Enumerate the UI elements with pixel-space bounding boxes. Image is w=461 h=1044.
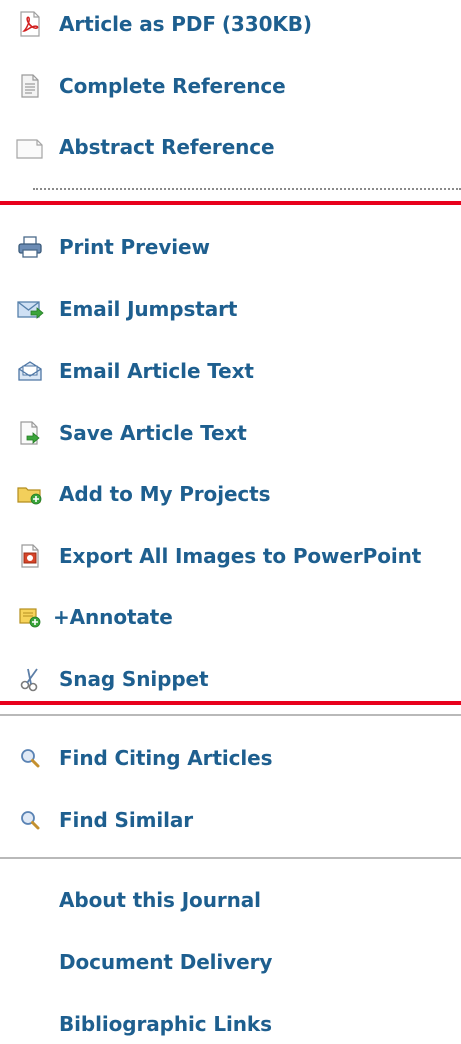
blank-document-icon: [10, 127, 50, 167]
gray-divider-1: [0, 714, 461, 716]
bibliographic-links-link[interactable]: Bibliographic Links: [0, 1004, 461, 1044]
email-arrow-icon: [10, 289, 50, 329]
annotate-label: +Annotate: [53, 605, 173, 629]
complete-reference-label: Complete Reference: [59, 74, 286, 98]
save-article-text-label: Save Article Text: [59, 421, 247, 445]
powerpoint-icon: [10, 536, 50, 576]
red-divider-bottom: [0, 701, 461, 705]
printer-icon: [10, 227, 50, 267]
annotate-link[interactable]: +Annotate: [0, 597, 461, 637]
magnifier-icon: [10, 800, 50, 840]
email-article-text-label: Email Article Text: [59, 359, 254, 383]
bibliographic-links-label: Bibliographic Links: [59, 1012, 272, 1036]
magnifier-icon: [10, 738, 50, 778]
article-pdf-link[interactable]: Article as PDF (330KB): [0, 4, 461, 44]
annotate-icon: [10, 597, 50, 637]
complete-reference-link[interactable]: Complete Reference: [0, 66, 461, 106]
about-journal-link[interactable]: About this Journal: [0, 880, 461, 920]
snag-snippet-link[interactable]: Snag Snippet: [0, 659, 461, 699]
email-article-text-link[interactable]: Email Article Text: [0, 351, 461, 391]
document-delivery-link[interactable]: Document Delivery: [0, 942, 461, 982]
email-jumpstart-label: Email Jumpstart: [59, 297, 238, 321]
email-jumpstart-link[interactable]: Email Jumpstart: [0, 289, 461, 329]
red-divider-top: [0, 201, 461, 205]
find-similar-label: Find Similar: [59, 808, 194, 832]
find-citing-articles-link[interactable]: Find Citing Articles: [0, 738, 461, 778]
abstract-reference-label: Abstract Reference: [59, 135, 275, 159]
document-icon: [10, 66, 50, 106]
pdf-size: (330KB): [221, 12, 312, 36]
find-similar-link[interactable]: Find Similar: [0, 800, 461, 840]
save-document-icon: [10, 413, 50, 453]
gray-divider-2: [0, 857, 461, 859]
export-images-powerpoint-link[interactable]: Export All Images to PowerPoint: [0, 536, 461, 576]
open-envelope-icon: [10, 351, 50, 391]
folder-add-icon: [10, 474, 50, 514]
dotted-divider: [33, 188, 461, 190]
save-article-text-link[interactable]: Save Article Text: [0, 413, 461, 453]
document-delivery-label: Document Delivery: [59, 950, 273, 974]
print-preview-link[interactable]: Print Preview: [0, 227, 461, 267]
add-to-my-projects-label: Add to My Projects: [59, 482, 271, 506]
print-preview-label: Print Preview: [59, 235, 210, 259]
abstract-reference-link[interactable]: Abstract Reference: [0, 127, 461, 167]
scissors-icon: [10, 659, 50, 699]
find-citing-articles-label: Find Citing Articles: [59, 746, 273, 770]
export-images-powerpoint-label: Export All Images to PowerPoint: [59, 544, 422, 568]
article-pdf-label: Article as PDF: [59, 12, 216, 36]
add-to-my-projects-link[interactable]: Add to My Projects: [0, 474, 461, 514]
pdf-icon: [10, 4, 50, 44]
snag-snippet-label: Snag Snippet: [59, 667, 209, 691]
about-journal-label: About this Journal: [59, 888, 261, 912]
